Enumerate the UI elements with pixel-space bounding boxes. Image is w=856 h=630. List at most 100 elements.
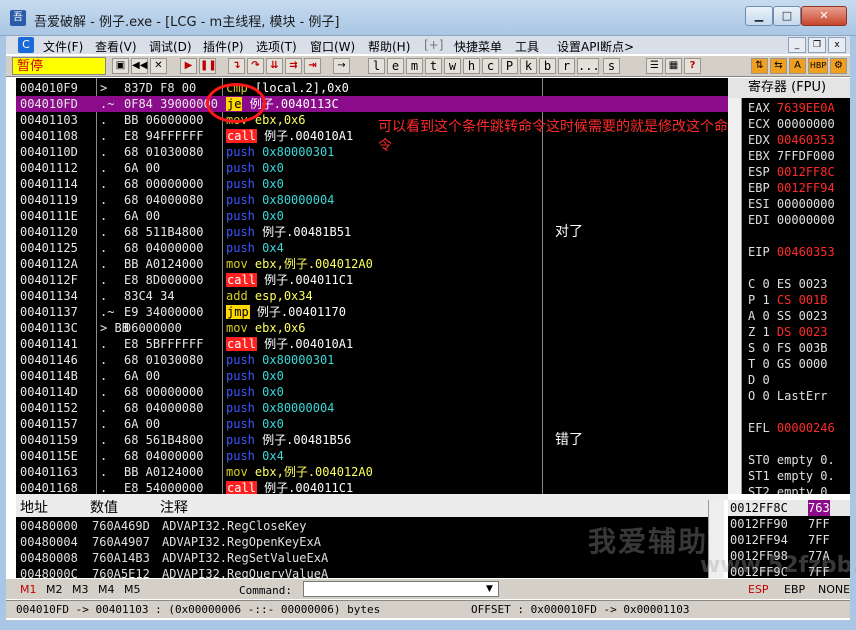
disasm-row[interactable]: 004010FD .~ 0F84 39000000 je 例子.0040113C [16,96,728,112]
disasm-row[interactable]: 0040114D. 68 00000000 push 0x0 [16,384,728,400]
tab-m2[interactable]: M2 [46,583,63,596]
disasm-row[interactable]: 0040111E. 6A 00 push 0x0 [16,208,728,224]
disasm-row[interactable]: 00401137 .~ E9 34000000 jmp 例子.00401170 [16,304,728,320]
register-row[interactable]: EAX 7639EE0A [748,100,835,116]
toolbar-button-w[interactable]: w [444,58,461,74]
toolbar-button-p[interactable]: P [501,58,518,74]
registers-pane[interactable]: 寄存器 (FPU) EAX 7639EE0A ECX 00000000 EDX 00… [728,78,850,494]
disasm-row[interactable]: 00401146. 68 01030080 push 0x80000301 [16,352,728,368]
menu-view[interactable]: 查看(V) [95,38,137,55]
dump-header-value[interactable]: 数值 [90,500,118,517]
register-row[interactable]: EIP 00460353 [748,244,835,260]
disasm-row[interactable]: 00401112. 6A 00 push 0x0 [16,160,728,176]
maximize-button[interactable]: □ [773,6,801,26]
register-row[interactable]: D 0 [748,372,770,388]
stack-row[interactable]: 0012FF94 7FF [728,532,850,548]
toolbar-button-more[interactable]: ... [577,58,600,74]
register-row[interactable]: EBX 7FFDF000 [748,148,835,164]
register-row[interactable]: A 0 SS 0023 [748,308,828,324]
disasm-row[interactable]: 00401120. 68 511B4800 push 例子.00481B51 对了 [16,224,728,240]
step-over-icon[interactable]: ↷ [247,58,264,74]
tab-m4[interactable]: M4 [98,583,115,596]
disasm-row[interactable]: 00401163. BB A0124000 mov ebx,例子.004012A0 [16,464,728,480]
disasm-row[interactable]: 0040114B. 6A 00 push 0x0 [16,368,728,384]
grid-icon[interactable]: ▦ [665,58,682,74]
toolbar-button-l[interactable]: l [368,58,385,74]
toolbar-button-k[interactable]: k [520,58,537,74]
menu-options[interactable]: 选项(T) [256,38,297,55]
disasm-row[interactable]: 004010F9 >837D F8 00 cmp [local.2],0x0 [16,80,728,96]
mdi-restore-button[interactable]: ❐ [808,37,826,53]
toolbar-button-m[interactable]: m [406,58,423,74]
chevron-down-icon[interactable]: ▼ [482,582,497,596]
tab-m1[interactable]: M1 [20,583,37,596]
menu-plugins[interactable]: 插件(P) [203,38,244,55]
tab-m5[interactable]: M5 [124,583,141,596]
toolbar-button-s[interactable]: s [603,58,620,74]
register-row[interactable]: ST1 empty 0. [748,468,835,484]
disasm-row[interactable]: 00401114. 68 00000000 push 0x0 [16,176,728,192]
restart-icon[interactable]: ◀◀ [131,58,148,74]
register-row[interactable]: EBP 0012FF94 [748,180,835,196]
disasm-row[interactable]: 0040115E. 68 04000000 push 0x4 [16,448,728,464]
disasm-row[interactable]: 0040112A. BB A0124000 mov ebx,例子.004012A0 [16,256,728,272]
plugin-icon-2[interactable]: ⇆ [770,58,787,74]
run-icon[interactable]: ▶ [180,58,197,74]
toolbar-button-e[interactable]: e [387,58,404,74]
register-row[interactable]: P 1 CS 001B [748,292,828,308]
registers-scrollbar[interactable] [728,98,742,494]
disasm-row[interactable]: 0040112F. E8 8D000000 call 例子.004011C1 [16,272,728,288]
pause-icon[interactable]: ❚❚ [199,58,217,74]
plugin-icon-5[interactable]: ⚙ [830,58,847,74]
register-row[interactable]: EDX 00460353 [748,132,835,148]
dump-header-comment[interactable]: 注释 [160,500,188,517]
menu-window[interactable]: 窗口(W) [310,38,355,55]
register-row[interactable]: ESP 0012FF8C [748,164,835,180]
plugin-icon-1[interactable]: ⇅ [751,58,768,74]
disasm-row[interactable]: 0040113C > BB 06000000 mov ebx,0x6 [16,320,728,336]
stack-tab-ebp[interactable]: EBP [784,583,805,596]
register-row[interactable]: Z 1 DS 0023 [748,324,828,340]
register-row[interactable]: ST2 empty 0. [748,484,835,494]
goto-icon[interactable]: → [333,58,350,74]
trace-over-icon[interactable]: ⇉ [285,58,302,74]
menu-shortcut[interactable]: 快捷菜单 [454,38,502,55]
menu-api-breakpoint[interactable]: 设置API断点> [557,38,634,55]
register-row[interactable]: EFL 00000246 [748,420,835,436]
stack-row[interactable]: 0012FF90 7FF [728,516,850,532]
toolbar-button-b[interactable]: b [539,58,556,74]
mdi-close-button[interactable]: x [828,37,846,53]
register-row[interactable]: O 0 LastErr [748,388,828,404]
mdi-minimize-button[interactable]: _ [788,37,806,53]
disasm-row[interactable]: 00401134. 83C4 34 add esp,0x34 [16,288,728,304]
close-program-icon[interactable]: ✕ [150,58,167,74]
menu-help[interactable]: 帮助(H) [368,38,410,55]
minimize-button[interactable]: ▁ [745,6,773,26]
stack-tab-none[interactable]: NONE [818,583,850,596]
stack-row[interactable]: 0012FF8C 763 [728,500,850,516]
plugin-icon-hbp[interactable]: HBP [808,58,828,74]
open-icon[interactable]: ▣ [112,58,129,74]
register-row[interactable]: T 0 GS 0000 [748,356,828,372]
tab-m3[interactable]: M3 [72,583,89,596]
toolbar-button-c[interactable]: c [482,58,499,74]
disasm-row[interactable]: 00401152. 68 04000080 push 0x80000004 [16,400,728,416]
list-icon[interactable]: ☰ [646,58,663,74]
disasm-row[interactable]: 00401157. 6A 00 push 0x0 [16,416,728,432]
trace-into-icon[interactable]: ⇊ [266,58,283,74]
register-row[interactable]: ESI 00000000 [748,196,835,212]
toolbar-button-t[interactable]: t [425,58,442,74]
register-row[interactable]: C 0 ES 0023 [748,276,828,292]
command-input[interactable] [303,581,499,597]
disasm-row[interactable]: 00401119. 68 04000080 push 0x80000004 [16,192,728,208]
register-row[interactable]: EDI 00000000 [748,212,835,228]
menu-debug[interactable]: 调试(D) [149,38,192,55]
menu-file[interactable]: 文件(F) [43,38,83,55]
register-row[interactable]: ECX 00000000 [748,116,835,132]
disasm-row[interactable]: 00401159. 68 561B4800 push 例子.00481B56 错了 [16,432,728,448]
stack-tab-esp[interactable]: ESP [748,583,769,596]
dump-header-address[interactable]: 地址 [20,500,48,517]
toolbar-button-h[interactable]: h [463,58,480,74]
menu-expand[interactable]: [+] [424,38,443,52]
register-row[interactable]: S 0 FS 003B [748,340,828,356]
